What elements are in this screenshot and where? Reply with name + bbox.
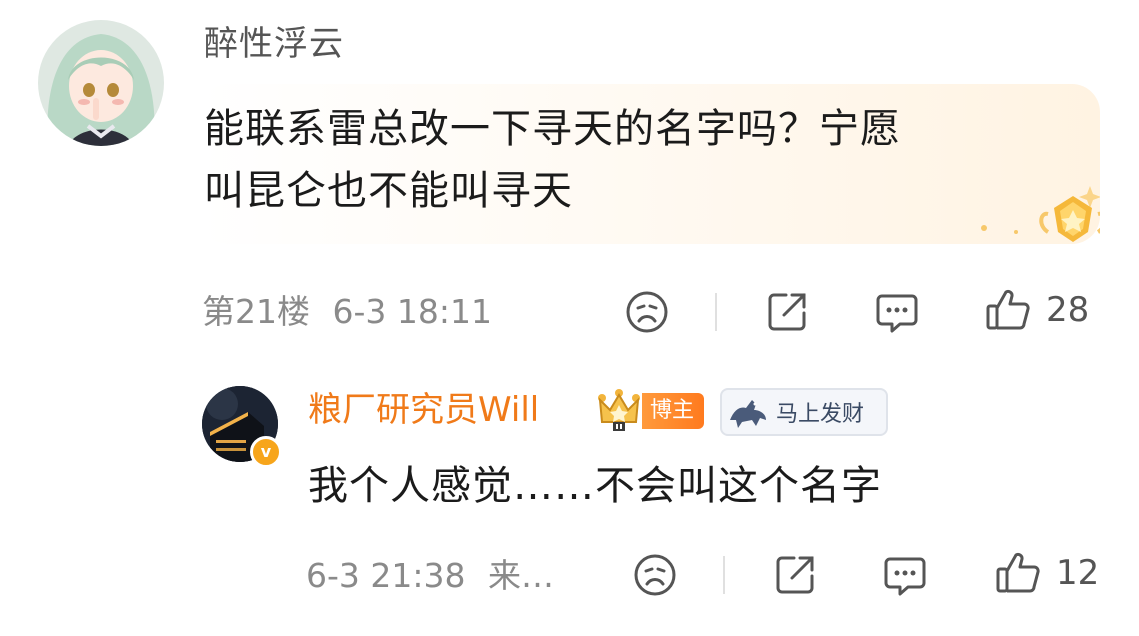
sad-face-icon bbox=[634, 554, 676, 596]
reply-like-count: 12 bbox=[1056, 553, 1100, 593]
reply-source: 来… bbox=[488, 556, 554, 595]
floor-number: 第21楼 bbox=[202, 292, 310, 331]
comment-text: 能联系雷总改一下寻天的名字吗？宁愿 叫昆仑也不能叫寻天 bbox=[204, 98, 1064, 222]
sad-face-icon bbox=[626, 291, 668, 333]
reply-time: 6-3 21:38 bbox=[306, 556, 466, 595]
action-divider bbox=[723, 556, 725, 594]
comment-username[interactable]: 醉性浮云 bbox=[204, 22, 344, 66]
thumbs-up-icon bbox=[996, 552, 1040, 593]
avatar[interactable] bbox=[38, 20, 164, 146]
reply-meta: 6-3 21:38 来… bbox=[306, 554, 554, 598]
comment-button[interactable] bbox=[874, 288, 920, 338]
reply-dislike-button[interactable] bbox=[632, 550, 678, 600]
dislike-button[interactable] bbox=[624, 287, 670, 337]
fortune-badge: 马上发财 bbox=[720, 388, 888, 436]
like-count: 28 bbox=[1046, 290, 1090, 330]
comment-text-line-1: 能联系雷总改一下寻天的名字吗？宁愿 bbox=[204, 106, 901, 152]
share-icon bbox=[768, 293, 806, 331]
comment-icon bbox=[884, 557, 926, 596]
comment-meta: 第21楼 6-3 18:11 bbox=[202, 290, 492, 334]
share-icon bbox=[776, 556, 814, 594]
reply-share-button[interactable] bbox=[772, 550, 818, 600]
crown-icon bbox=[596, 388, 642, 432]
blogger-badge: 博主 bbox=[642, 393, 705, 429]
thumbs-up-icon bbox=[986, 289, 1030, 330]
reply-like-button[interactable]: 12 bbox=[994, 548, 1099, 598]
reply-comment-button[interactable] bbox=[882, 551, 928, 601]
comment-icon bbox=[876, 294, 918, 333]
fortune-badge-label: 马上发财 bbox=[776, 402, 865, 427]
comment-text-line-2: 叫昆仑也不能叫寻天 bbox=[204, 168, 573, 214]
fan-level-badge-icon bbox=[970, 182, 1107, 252]
share-button[interactable] bbox=[764, 287, 810, 337]
verified-badge-icon: v bbox=[250, 436, 282, 468]
comment-time: 6-3 18:11 bbox=[332, 292, 493, 331]
reply-text: 我个人感觉……不会叫这个名字 bbox=[308, 463, 882, 509]
horse-icon bbox=[730, 400, 766, 428]
like-button[interactable]: 28 bbox=[984, 285, 1089, 335]
reply-username[interactable]: 粮厂研究员Will bbox=[308, 386, 539, 434]
action-divider bbox=[715, 293, 717, 331]
